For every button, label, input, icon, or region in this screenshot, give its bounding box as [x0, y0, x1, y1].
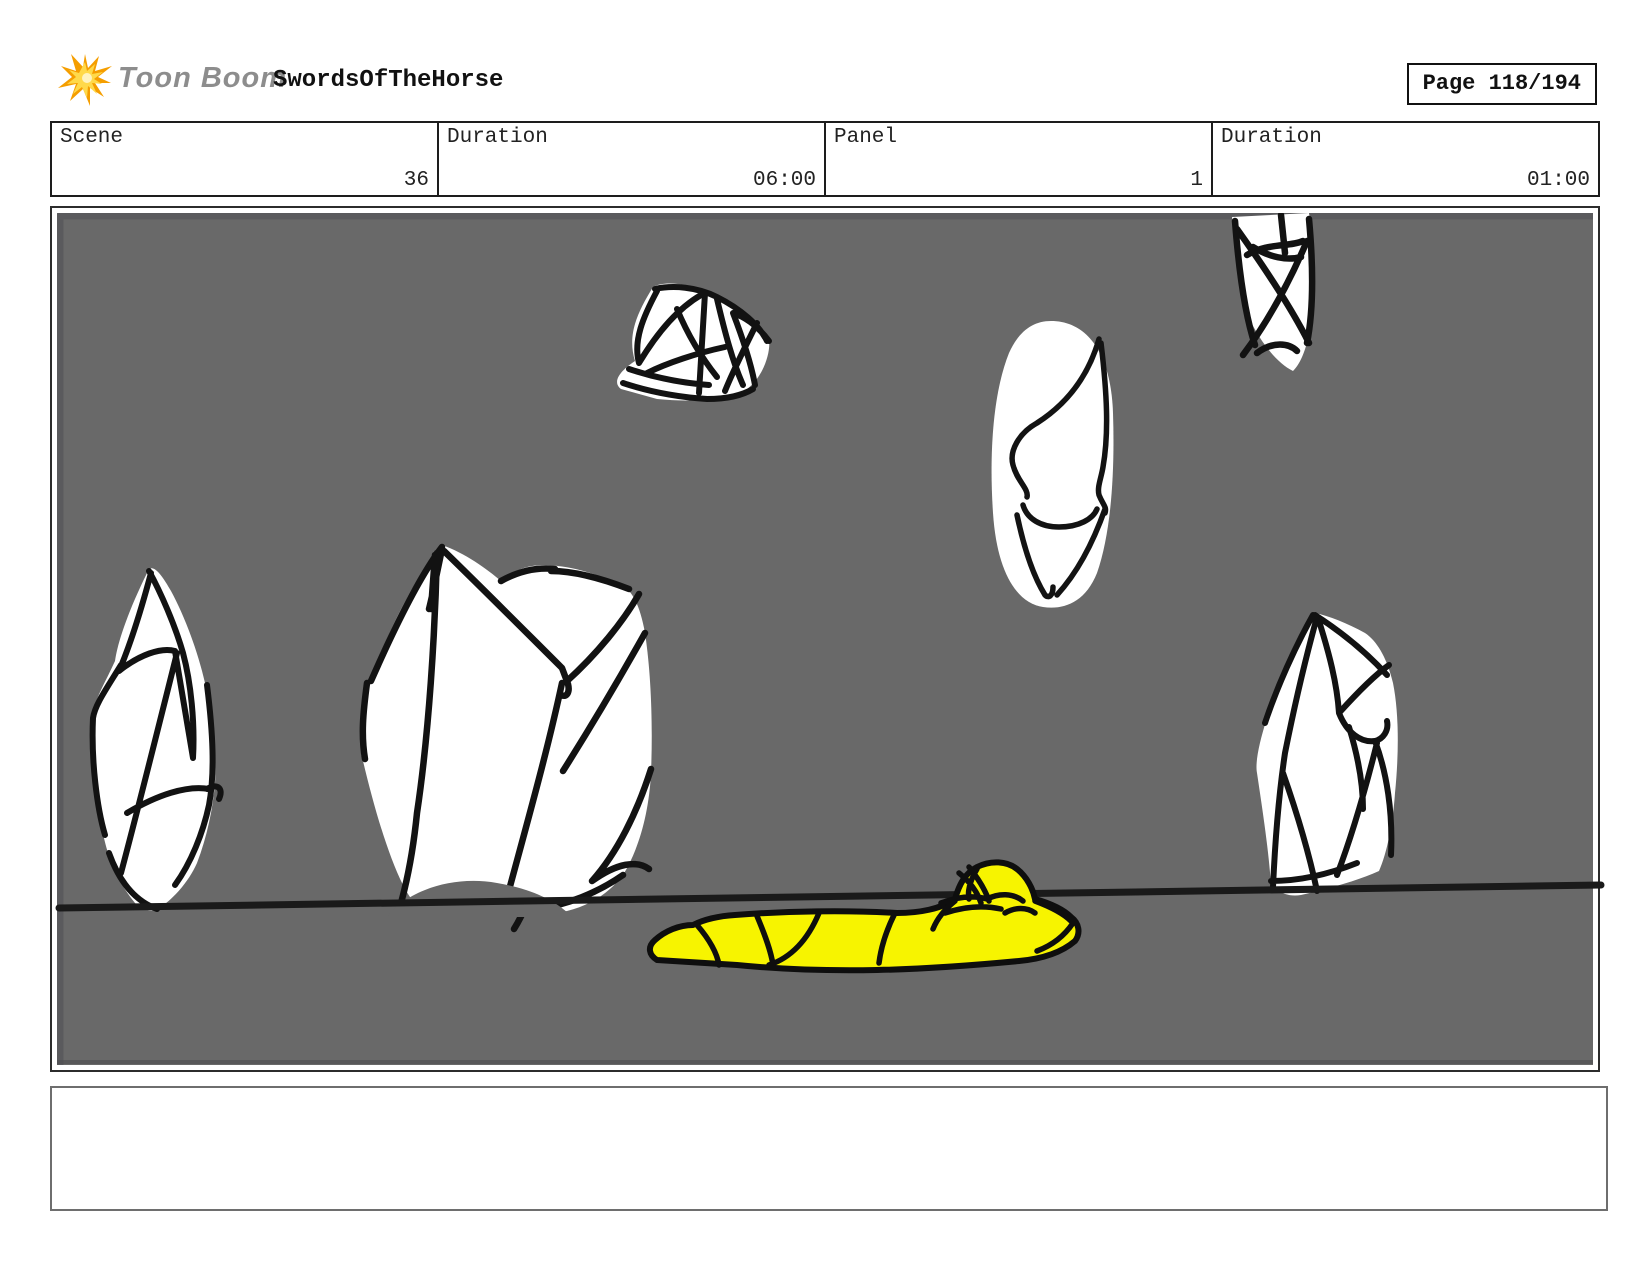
panel-number-cell: Panel 1 [826, 123, 1213, 195]
project-title: SwordsOfTheHorse [273, 67, 504, 94]
panel-duration-label: Duration [1221, 126, 1322, 149]
panel-number-value: 1 [1190, 169, 1203, 192]
scene-duration-value: 06:00 [752, 169, 816, 192]
scene-duration-cell: Duration 06:00 [439, 123, 826, 195]
storyboard-panel [50, 206, 1605, 1072]
rock-center [359, 543, 655, 933]
toonboom-brand-text: Toon Boom [118, 62, 287, 94]
panel-info-table: Scene 36 Duration 06:00 Panel 1 Duration… [50, 121, 1600, 197]
scene-label: Scene [60, 126, 124, 149]
panel-number-label: Panel [834, 126, 898, 149]
panel-duration-cell: Duration 01:00 [1213, 123, 1598, 195]
panel-duration-value: 01:00 [1526, 169, 1590, 192]
toonboom-logo-icon [58, 54, 112, 106]
scene-value: 36 [403, 169, 429, 192]
scene-cell: Scene 36 [52, 123, 439, 195]
caption-box [50, 1086, 1608, 1211]
speech-blob [991, 321, 1114, 608]
scene-duration-label: Duration [447, 126, 548, 149]
page-number-badge: Page 118/194 [1406, 63, 1597, 105]
storyboard-export-page: Toon Boom SwordsOfTheHorse Page 118/194 … [0, 0, 1650, 1275]
storyboard-panel-drawing [55, 213, 1605, 1065]
